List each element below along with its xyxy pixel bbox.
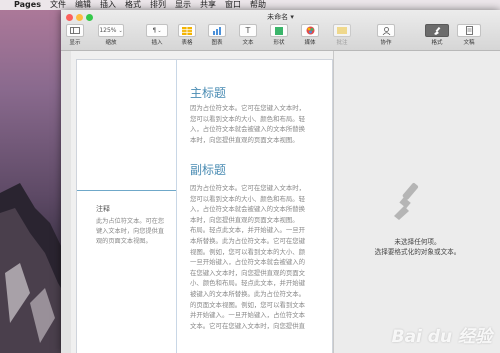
chart-icon[interactable]	[208, 24, 226, 37]
format-inspector-panel: 未选择任何项。 选择要格式化的对象或文本。	[333, 51, 500, 353]
baidu-watermark: Bai du 经验	[391, 327, 492, 347]
format-brush-icon[interactable]	[425, 24, 449, 37]
menu-arrange[interactable]: 排列	[150, 0, 166, 10]
text-icon[interactable]: T	[239, 24, 257, 37]
shape-tool[interactable]: 形状	[270, 24, 288, 46]
chart-label: 图表	[211, 40, 223, 46]
desktop-mountain-image	[0, 183, 70, 353]
zoom-select[interactable]: 125% ⌄	[98, 24, 124, 37]
comment-icon[interactable]	[333, 24, 351, 37]
format-tool[interactable]: 格式	[425, 24, 449, 46]
window-titlebar: 未命名 ▾ 显示 125% ⌄ 缩放 ¶ ⌄ 插入 表格 图表 T 文本 形状 …	[61, 10, 500, 51]
menu-help[interactable]: 帮助	[250, 0, 266, 10]
left-sidebar	[61, 51, 71, 353]
subtitle-heading[interactable]: 副标题	[190, 161, 226, 178]
document-icon[interactable]	[457, 24, 481, 37]
menu-format[interactable]: 格式	[125, 0, 141, 10]
view-label: 显示	[69, 40, 81, 46]
insert-tool[interactable]: ¶ ⌄ 插入	[146, 24, 168, 46]
zoom-tool[interactable]: 125% ⌄ 缩放	[98, 24, 124, 46]
shape-label: 形状	[273, 40, 285, 46]
document-canvas[interactable]: 主标题 因为占位符文本。它可在您键入文本时， 您可以看到文本的大小、颜色和布局。…	[71, 51, 338, 353]
window-title[interactable]: 未命名 ▾	[61, 12, 500, 22]
subtitle-body-text[interactable]: 因为占位符文本。它可在您键入文本时， 您可以看到文本的大小、颜色和布局。轻 入，…	[190, 183, 332, 353]
shape-icon[interactable]	[270, 24, 288, 37]
menu-file[interactable]: 文件	[50, 0, 66, 10]
media-label: 媒体	[304, 40, 316, 46]
menu-edit[interactable]: 编辑	[75, 0, 91, 10]
chevron-down-icon: ⌄	[118, 27, 123, 34]
no-selection-message: 未选择任何项。	[394, 238, 441, 246]
menu-bar: Pages 文件 编辑 插入 格式 排列 显示 共享 窗口 帮助	[0, 0, 500, 10]
table-tool[interactable]: 表格	[178, 24, 196, 46]
no-selection-hint: 选择要格式化的对象或文本。	[374, 248, 461, 256]
layout-guide	[176, 60, 177, 353]
zoom-value: 125%	[99, 27, 117, 34]
title-heading[interactable]: 主标题	[190, 84, 226, 101]
menu-window[interactable]: 窗口	[225, 0, 241, 10]
note-body-text[interactable]: 此为占位符文本。可在您 键入文本时，向您提供直 观的页面文本视图。	[96, 217, 176, 247]
view-tool[interactable]: 显示	[66, 24, 84, 46]
comment-tool[interactable]: 批注	[333, 24, 351, 46]
document-tool[interactable]: 文稿	[457, 24, 481, 46]
table-icon[interactable]	[178, 24, 196, 37]
format-label: 格式	[431, 40, 443, 46]
insert-label: 插入	[151, 40, 163, 46]
zoom-label: 缩放	[105, 40, 117, 46]
table-label: 表格	[181, 40, 193, 46]
collaborate-icon[interactable]	[377, 24, 395, 37]
collaborate-label: 协作	[380, 40, 392, 46]
comment-label: 批注	[336, 40, 348, 46]
menu-insert[interactable]: 插入	[100, 0, 116, 10]
document-label: 文稿	[463, 40, 475, 46]
note-title[interactable]: 注释	[96, 204, 110, 214]
media-icon[interactable]	[301, 24, 319, 37]
chart-tool[interactable]: 图表	[208, 24, 226, 46]
paintbrush-icon	[394, 182, 419, 220]
pages-window: 未命名 ▾ 显示 125% ⌄ 缩放 ¶ ⌄ 插入 表格 图表 T 文本 形状 …	[61, 10, 500, 353]
menu-share[interactable]: 共享	[200, 0, 216, 10]
collaborate-tool[interactable]: 协作	[377, 24, 395, 46]
title-body-text[interactable]: 因为占位符文本。它可在您键入文本时， 您可以看到文本的大小、颜色和布局。轻 入，…	[190, 103, 332, 145]
layout-guide-horizontal	[77, 190, 176, 191]
text-label: 文本	[242, 40, 254, 46]
sidebar-view-icon[interactable]	[66, 24, 84, 37]
menu-app-name[interactable]: Pages	[14, 0, 41, 10]
document-page[interactable]: 主标题 因为占位符文本。它可在您键入文本时， 您可以看到文本的大小、颜色和布局。…	[76, 59, 333, 353]
paragraph-icon[interactable]: ¶ ⌄	[146, 24, 168, 37]
media-tool[interactable]: 媒体	[301, 24, 319, 46]
text-tool[interactable]: T 文本	[239, 24, 257, 46]
menu-view[interactable]: 显示	[175, 0, 191, 10]
